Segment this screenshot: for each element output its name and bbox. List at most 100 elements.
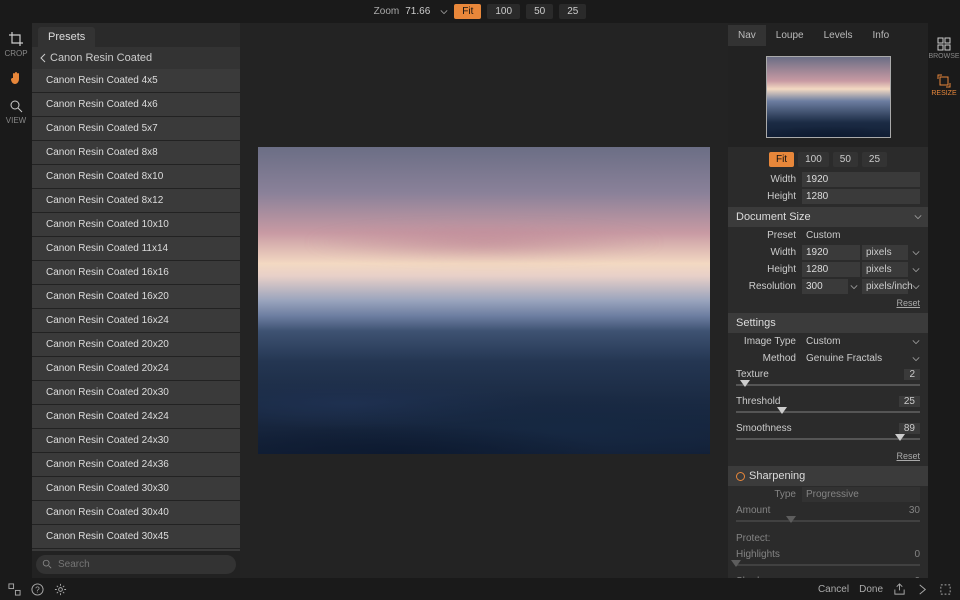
settings-method-value[interactable]: Genuine Fractals bbox=[802, 351, 908, 366]
threshold-slider[interactable]: Threshold25 bbox=[728, 394, 928, 421]
svg-text:?: ? bbox=[35, 584, 40, 594]
preset-item[interactable]: Canon Resin Coated 16x16 bbox=[32, 261, 240, 285]
crop-tool[interactable]: CROP bbox=[4, 31, 27, 58]
grid-icon[interactable] bbox=[8, 583, 21, 596]
nav-zoom-50[interactable]: 50 bbox=[833, 152, 858, 167]
canvas-viewport[interactable] bbox=[240, 23, 728, 578]
chevron-down-icon[interactable] bbox=[912, 355, 920, 363]
settings-reset-button[interactable]: Reset bbox=[728, 448, 928, 464]
doc-width-label: Width bbox=[736, 247, 802, 258]
tab-nav[interactable]: Nav bbox=[728, 25, 766, 46]
tab-loupe[interactable]: Loupe bbox=[766, 25, 814, 46]
doc-reset-button[interactable]: Reset bbox=[728, 295, 928, 311]
settings-type-value[interactable]: Custom bbox=[802, 334, 908, 349]
presets-tab[interactable]: Presets bbox=[38, 27, 95, 47]
browse-tool[interactable]: BROWSE bbox=[928, 37, 959, 60]
preset-item[interactable]: Canon Resin Coated 16x24 bbox=[32, 309, 240, 333]
top-zoom-bar: Zoom 71.66 Fit 100 50 25 bbox=[0, 0, 960, 23]
texture-slider[interactable]: Texture2 bbox=[728, 367, 928, 394]
chevron-down-icon[interactable] bbox=[850, 283, 858, 291]
threshold-label: Threshold bbox=[736, 396, 780, 407]
preset-list[interactable]: Canon Resin Coated 4x5Canon Resin Coated… bbox=[32, 69, 240, 551]
nav-zoom-fit[interactable]: Fit bbox=[769, 152, 794, 167]
share-icon[interactable] bbox=[893, 583, 906, 596]
right-toolbar: BROWSE RESIZE bbox=[928, 23, 960, 578]
view-tool[interactable]: VIEW bbox=[6, 98, 26, 125]
section-settings[interactable]: Settings bbox=[728, 313, 928, 333]
preset-item[interactable]: Canon Resin Coated 8x8 bbox=[32, 141, 240, 165]
navigator-preview[interactable] bbox=[728, 47, 928, 147]
doc-height-input[interactable] bbox=[802, 262, 860, 277]
view-label: VIEW bbox=[6, 116, 26, 125]
chevron-down-icon[interactable] bbox=[912, 338, 920, 346]
zoom-fit-button[interactable]: Fit bbox=[454, 4, 481, 19]
doc-res-input[interactable] bbox=[802, 279, 848, 294]
highlights-slider[interactable]: Highlights0 bbox=[728, 547, 928, 574]
doc-res-label: Resolution bbox=[736, 281, 802, 292]
hand-tool[interactable] bbox=[8, 70, 24, 86]
nav-zoom-100[interactable]: 100 bbox=[798, 152, 829, 167]
doc-preset-value[interactable]: Custom bbox=[802, 228, 920, 243]
chevron-down-icon[interactable] bbox=[912, 266, 920, 274]
doc-res-unit[interactable]: pixels/inch bbox=[862, 279, 908, 294]
next-icon[interactable] bbox=[916, 583, 929, 596]
doc-height-unit[interactable]: pixels bbox=[862, 262, 908, 277]
preset-item[interactable]: Canon Resin Coated 24x36 bbox=[32, 453, 240, 477]
preset-item[interactable]: Canon Resin Coated 30x40 bbox=[32, 501, 240, 525]
preset-item[interactable]: Canon Resin Coated 16x20 bbox=[32, 285, 240, 309]
zoom-100-button[interactable]: 100 bbox=[487, 4, 520, 19]
sharpen-amount-slider[interactable]: Amount30 bbox=[728, 503, 928, 530]
preset-item[interactable]: Canon Resin Coated 30x30 bbox=[32, 477, 240, 501]
doc-width-input[interactable] bbox=[802, 245, 860, 260]
search-icon bbox=[42, 559, 52, 569]
highlights-label: Highlights bbox=[736, 549, 780, 560]
preset-item[interactable]: Canon Resin Coated 8x10 bbox=[32, 165, 240, 189]
smoothness-label: Smoothness bbox=[736, 423, 792, 434]
smoothness-slider[interactable]: Smoothness89 bbox=[728, 421, 928, 448]
preset-item[interactable]: Canon Resin Coated 24x24 bbox=[32, 405, 240, 429]
doc-width-unit[interactable]: pixels bbox=[862, 245, 908, 260]
preset-item[interactable]: Canon Resin Coated 11x14 bbox=[32, 237, 240, 261]
width-label: Width bbox=[736, 174, 802, 185]
texture-value: 2 bbox=[904, 369, 920, 380]
section-sharpening[interactable]: Sharpening bbox=[728, 466, 928, 486]
zoom-value: 71.66 bbox=[405, 6, 430, 17]
chevron-down-icon[interactable] bbox=[912, 283, 920, 291]
zoom-50-button[interactable]: 50 bbox=[526, 4, 553, 19]
done-button[interactable]: Done bbox=[859, 584, 883, 595]
preset-item[interactable]: Canon Resin Coated 20x30 bbox=[32, 381, 240, 405]
preset-item[interactable]: Canon Resin Coated 10x10 bbox=[32, 213, 240, 237]
preset-item[interactable]: Canon Resin Coated 20x20 bbox=[32, 333, 240, 357]
sharpen-type-value[interactable]: Progressive bbox=[802, 487, 920, 502]
cancel-button[interactable]: Cancel bbox=[818, 584, 849, 595]
section-document-size[interactable]: Document Size bbox=[728, 207, 928, 227]
tab-info[interactable]: Info bbox=[863, 25, 900, 46]
preset-item[interactable]: Canon Resin Coated 20x24 bbox=[32, 357, 240, 381]
crop-label: CROP bbox=[4, 49, 27, 58]
help-icon[interactable]: ? bbox=[31, 583, 44, 596]
nav-zoom-25[interactable]: 25 bbox=[862, 152, 887, 167]
crop-icon bbox=[8, 31, 24, 47]
tab-levels[interactable]: Levels bbox=[814, 25, 863, 46]
preset-item[interactable]: Canon Resin Coated 5x7 bbox=[32, 117, 240, 141]
preset-item[interactable]: Canon Resin Coated 4x6 bbox=[32, 93, 240, 117]
preset-item[interactable]: Canon Resin Coated 30x45 bbox=[32, 525, 240, 549]
resize-tool[interactable]: RESIZE bbox=[931, 74, 956, 97]
hand-icon bbox=[8, 70, 24, 86]
chevron-down-icon[interactable] bbox=[440, 8, 448, 16]
preset-item[interactable]: Canon Resin Coated 4x5 bbox=[32, 69, 240, 93]
left-toolbar: CROP VIEW bbox=[0, 23, 32, 578]
resize-icon bbox=[937, 74, 951, 88]
presets-panel: Presets Canon Resin Coated Canon Resin C… bbox=[32, 23, 240, 578]
zoom-25-button[interactable]: 25 bbox=[559, 4, 586, 19]
height-input[interactable] bbox=[802, 189, 920, 204]
preset-item[interactable]: Canon Resin Coated 24x30 bbox=[32, 429, 240, 453]
preset-group-header[interactable]: Canon Resin Coated bbox=[32, 47, 240, 69]
preset-search-input[interactable] bbox=[36, 555, 236, 574]
gear-icon[interactable] bbox=[54, 583, 67, 596]
chevron-down-icon[interactable] bbox=[912, 249, 920, 257]
preset-item[interactable]: Canon Resin Coated 8x12 bbox=[32, 189, 240, 213]
expand-icon[interactable] bbox=[939, 583, 952, 596]
navigator-zoom-bar: Fit 100 50 25 bbox=[728, 147, 928, 171]
width-input[interactable] bbox=[802, 172, 920, 187]
